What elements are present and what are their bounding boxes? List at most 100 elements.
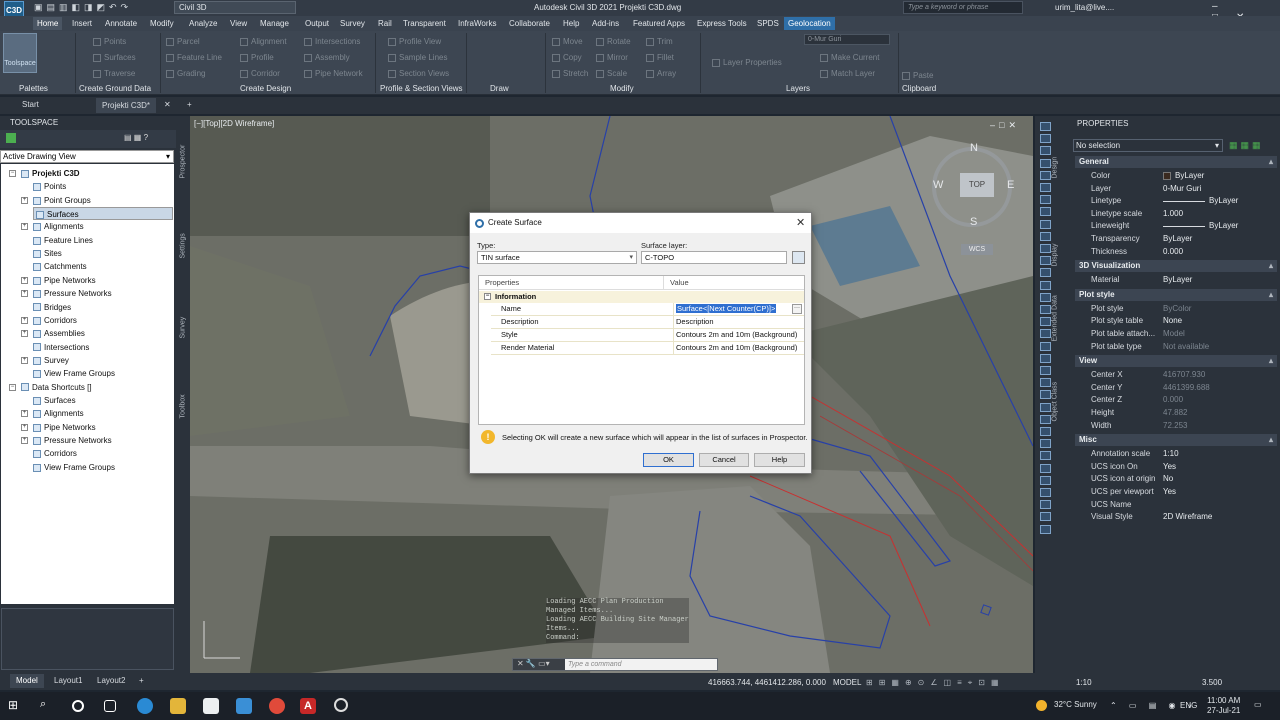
- name-template-button[interactable]: ···: [792, 304, 802, 314]
- tree-item-projekti-c3d[interactable]: Projekti C3D: [21, 167, 173, 180]
- tab-survey[interactable]: Survey: [180, 317, 187, 339]
- palette-tool-icon[interactable]: [1040, 378, 1051, 388]
- prop-value[interactable]: Contours 2m and 10m (Background): [673, 329, 804, 341]
- tree-item-assemblies[interactable]: Assemblies: [33, 327, 173, 340]
- prop-linetype[interactable]: Linetype ByLayer: [1075, 195, 1277, 208]
- prop-value[interactable]: ByLayer: [1163, 274, 1192, 286]
- tree-item-catchments[interactable]: Catchments: [33, 260, 173, 273]
- command-line-icons[interactable]: ✕ 🔧 ▭▾: [517, 659, 550, 668]
- ribbon-pipe-network[interactable]: Pipe Network: [304, 69, 363, 78]
- tree-item-view-frame-groups[interactable]: View Frame Groups: [33, 461, 173, 474]
- weather-text[interactable]: 32°C Sunny: [1054, 700, 1097, 709]
- expand-icon[interactable]: +: [21, 276, 28, 284]
- status-value[interactable]: 3.500: [1202, 678, 1222, 687]
- tab-survey[interactable]: Survey: [336, 17, 369, 30]
- tab-start[interactable]: Start: [22, 100, 39, 109]
- prop-ucs-per-viewport[interactable]: UCS per viewport Yes: [1075, 486, 1277, 499]
- tab-projekti[interactable]: Projekti C3D*: [96, 98, 157, 113]
- palette-tool-icon[interactable]: [1040, 195, 1051, 205]
- prop-width[interactable]: Width 72.253: [1075, 420, 1277, 433]
- prop-value[interactable]: 0-Mur Guri: [1163, 183, 1201, 195]
- ribbon-array[interactable]: Array: [646, 69, 676, 78]
- tab-spds[interactable]: SPDS: [753, 17, 783, 30]
- windows-start-icon[interactable]: ⊞: [8, 698, 24, 714]
- collapse-chevron-icon[interactable]: ▴: [1269, 156, 1273, 168]
- tree-item-corridors[interactable]: Corridors: [33, 314, 173, 327]
- prop-value[interactable]: ByLayer: [1163, 220, 1238, 232]
- tree-item-pressure-networks[interactable]: Pressure Networks: [33, 434, 173, 447]
- tab-layout1[interactable]: Layout1: [54, 676, 82, 685]
- prop-row-description[interactable]: Description Description: [491, 316, 804, 329]
- ribbon-match-layer[interactable]: Match Layer: [820, 69, 875, 78]
- compass-s[interactable]: S: [970, 216, 977, 228]
- ribbon-surfaces[interactable]: Surfaces: [93, 53, 136, 62]
- ribbon-section-views[interactable]: Section Views: [388, 69, 449, 78]
- prop-visual-style[interactable]: Visual Style 2D Wireframe: [1075, 511, 1277, 524]
- palette-tool-icon[interactable]: [1040, 231, 1051, 241]
- autocad-icon[interactable]: A: [300, 698, 316, 714]
- expand-icon[interactable]: +: [21, 290, 28, 298]
- section-general[interactable]: General ▴: [1075, 156, 1277, 168]
- ribbon-stretch[interactable]: Stretch: [552, 69, 588, 78]
- expand-icon[interactable]: +: [21, 437, 28, 444]
- section-3d-visualization[interactable]: 3D Visualization ▴: [1075, 260, 1277, 273]
- palette-tool-icon[interactable]: [1040, 341, 1051, 351]
- tree-item-intersections[interactable]: Intersections: [33, 341, 173, 354]
- prop-linetype-scale[interactable]: Linetype scale 1.000: [1075, 208, 1277, 221]
- close-tab-icon[interactable]: ✕: [164, 100, 171, 109]
- tab-view[interactable]: View: [226, 17, 251, 30]
- palette-tool-icon[interactable]: [1040, 475, 1051, 485]
- prop-row-name[interactable]: Name Surface<[Next Counter(CP)]> ···: [491, 303, 804, 316]
- tab-display[interactable]: Display: [1052, 244, 1059, 267]
- ribbon-trim[interactable]: Trim: [646, 37, 673, 46]
- prop-value[interactable]: Not available: [1163, 341, 1209, 353]
- tab-rail[interactable]: Rail: [374, 17, 396, 30]
- prop-center-x[interactable]: Center X 416707.930: [1075, 369, 1277, 382]
- quick-select-icons[interactable]: ▦▦▦: [1229, 140, 1264, 151]
- type-select[interactable]: TIN surface ▾: [477, 251, 637, 264]
- prop-value[interactable]: 1.000: [1163, 208, 1183, 220]
- tab-insert[interactable]: Insert: [68, 17, 96, 30]
- prop-plot-style[interactable]: Plot style ByColor: [1075, 303, 1277, 316]
- palette-tool-icon[interactable]: [1040, 390, 1051, 400]
- tab-modify[interactable]: Modify: [146, 17, 178, 30]
- prop-value[interactable]: Yes: [1163, 486, 1176, 498]
- ribbon-move[interactable]: Move: [552, 37, 583, 46]
- quick-access-toolbar[interactable]: ▣▤▥◧◨◩↶↷: [34, 2, 132, 13]
- ribbon-alignment[interactable]: Alignment: [240, 37, 287, 46]
- palette-tool-icon[interactable]: [1040, 353, 1051, 363]
- section-misc[interactable]: Misc ▴: [1075, 434, 1277, 447]
- tree-item-sites[interactable]: Sites: [33, 247, 173, 260]
- selection-dropdown[interactable]: No selection ▾: [1073, 139, 1223, 152]
- search-icon[interactable]: ⌕: [40, 698, 56, 714]
- palette-tool-icon[interactable]: [1040, 158, 1051, 168]
- prop-value[interactable]: None: [1163, 315, 1182, 327]
- tree-item-surfaces[interactable]: Surfaces: [33, 394, 173, 407]
- tab-annotate[interactable]: Annotate: [101, 17, 141, 30]
- compass-e[interactable]: E: [1007, 179, 1014, 191]
- prop-value[interactable]: 4461399.688: [1163, 382, 1210, 394]
- expand-icon[interactable]: +: [21, 410, 28, 418]
- tab-extended-data[interactable]: Extended Data: [1052, 295, 1059, 341]
- help-button[interactable]: Help: [754, 453, 805, 467]
- cancel-button[interactable]: Cancel: [699, 453, 749, 467]
- cortana-icon[interactable]: [72, 700, 84, 712]
- prop-ucs-icon-at-origin[interactable]: UCS icon at origin No: [1075, 473, 1277, 486]
- palette-tool-icon[interactable]: [1040, 366, 1051, 375]
- ribbon-scale[interactable]: Scale: [596, 69, 627, 78]
- panel-label-layers[interactable]: Layers: [786, 84, 810, 93]
- prop-value[interactable]: 0.000: [1163, 246, 1183, 258]
- prop-material[interactable]: Material ByLayer: [1075, 274, 1277, 287]
- tree-item-bridges[interactable]: Bridges: [33, 301, 173, 314]
- surface-layer-field[interactable]: C-TOPO: [641, 251, 787, 264]
- ribbon-make-current[interactable]: Make Current: [820, 53, 879, 62]
- tab-collaborate[interactable]: Collaborate: [505, 17, 554, 30]
- ribbon-sample-lines[interactable]: Sample Lines: [388, 53, 447, 62]
- collapse-chevron-icon[interactable]: ▴: [1269, 355, 1273, 367]
- tree-item-feature-lines[interactable]: Feature Lines: [33, 234, 173, 247]
- ribbon-parcel[interactable]: Parcel: [166, 37, 200, 46]
- tab-manage[interactable]: Manage: [256, 17, 293, 30]
- category-information[interactable]: − Information: [479, 291, 804, 303]
- prop-thickness[interactable]: Thickness 0.000: [1075, 246, 1277, 259]
- command-input[interactable]: Type a command: [565, 659, 717, 670]
